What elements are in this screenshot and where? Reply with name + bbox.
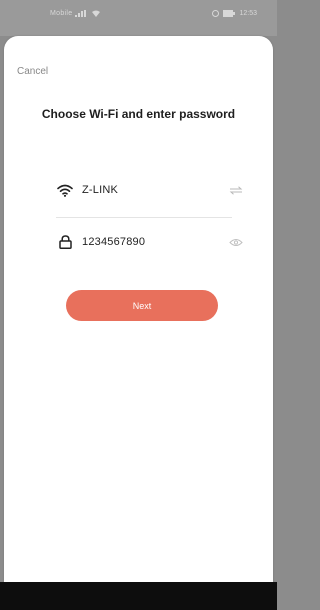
cancel-button[interactable]: Cancel bbox=[17, 66, 48, 77]
page-title: Choose Wi-Fi and enter password bbox=[41, 107, 236, 121]
carrier-label: Mobile bbox=[50, 10, 73, 17]
alarm-icon bbox=[212, 10, 220, 17]
switch-network-icon[interactable] bbox=[228, 184, 244, 196]
eye-icon[interactable] bbox=[228, 236, 244, 248]
status-right: 12:53 bbox=[212, 10, 257, 17]
wifi-field[interactable]: Z-LINK bbox=[56, 178, 244, 202]
wifi-ssid: Z-LINK bbox=[82, 184, 119, 196]
lock-icon bbox=[56, 234, 74, 250]
signal-icon bbox=[75, 10, 87, 17]
status-wifi-icon bbox=[92, 10, 101, 17]
navigation-bar bbox=[0, 582, 277, 610]
field-divider bbox=[56, 217, 232, 218]
next-button[interactable]: Next bbox=[66, 290, 218, 321]
wifi-icon bbox=[56, 182, 74, 198]
battery-icon bbox=[223, 10, 236, 17]
password-field[interactable]: 1234567890 bbox=[56, 230, 244, 254]
password-value[interactable]: 1234567890 bbox=[82, 236, 228, 248]
status-bar: Mobile 12:53 bbox=[0, 0, 277, 36]
status-left: Mobile bbox=[50, 10, 101, 17]
clock-label: 12:53 bbox=[239, 10, 257, 17]
wifi-config-sheet: Cancel Choose Wi-Fi and enter password Z… bbox=[4, 36, 273, 582]
